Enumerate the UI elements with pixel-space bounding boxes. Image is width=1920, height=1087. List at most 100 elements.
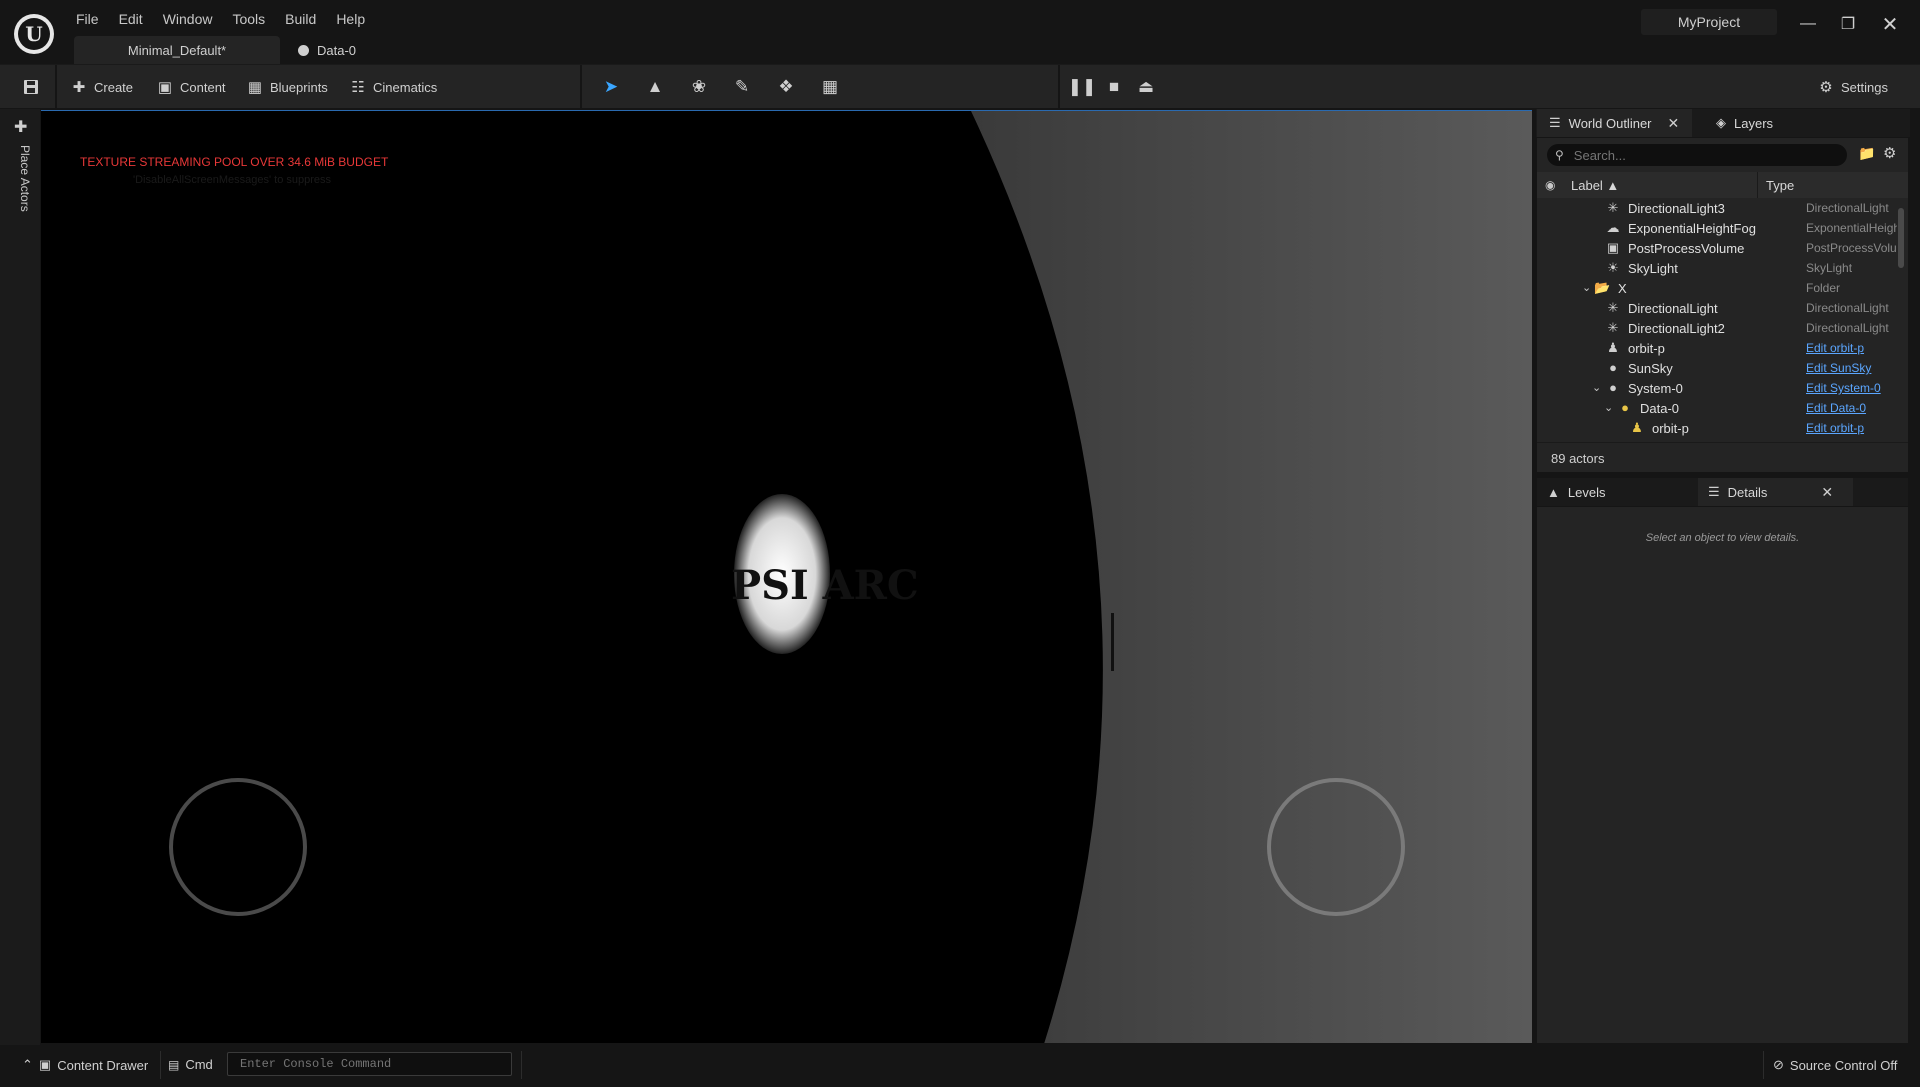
blueprints-icon: ▦ <box>247 79 263 96</box>
edit-link[interactable]: Edit Data-0 <box>1806 401 1897 415</box>
column-type-header[interactable]: Type <box>1766 178 1794 193</box>
outliner-tabbar: ☰ World Outliner ✕ ◈ Layers <box>1536 109 1910 137</box>
close-icon[interactable]: ✕ <box>1668 115 1680 132</box>
menu-bar: File Edit Window Tools Build Help <box>66 9 375 29</box>
folder-open-icon: 📂 <box>1594 280 1611 295</box>
content-drawer-icon: ▣ <box>38 1057 52 1072</box>
tree-row[interactable]: ▣ PostProcessVolume PostProcessVolume <box>1537 238 1897 258</box>
orbit-marker <box>1111 613 1114 671</box>
eye-icon[interactable]: ◉ <box>1545 178 1555 192</box>
edit-link[interactable]: Edit System-0 <box>1806 381 1897 395</box>
details-tabbar: ▲ Levels ☰ Details ✕ <box>1537 478 1908 506</box>
pawn-icon: ♟ <box>1631 420 1643 435</box>
cmd-label: Cmd <box>185 1057 213 1072</box>
outliner-scrollbar[interactable] <box>1898 208 1904 268</box>
menu-window[interactable]: Window <box>153 9 223 29</box>
planet-surface <box>971 111 1532 1043</box>
height-fog-icon: ☁ <box>1606 220 1620 235</box>
toolbar-divider <box>580 65 582 109</box>
tree-row[interactable]: ⌄ ● Data-0 Edit Data-0 <box>1537 398 1897 418</box>
console-command-input[interactable] <box>227 1052 512 1076</box>
landscape-mode-icon[interactable]: ▲ <box>644 76 666 98</box>
tree-row[interactable]: ● SunSky Edit SunSky <box>1537 358 1897 378</box>
pawn-icon: ♟ <box>1607 340 1619 355</box>
viewport-scene: PSI ARC <box>169 111 1532 1043</box>
edit-link[interactable]: Edit orbit-p <box>1806 341 1897 355</box>
tree-row[interactable]: ☀ SkyLight SkyLight <box>1537 258 1897 278</box>
tree-row[interactable]: ✳ DirectionalLight DirectionalLight <box>1537 298 1897 318</box>
edit-link[interactable]: Edit SunSky <box>1806 361 1897 375</box>
tab-levels[interactable]: ▲ Levels <box>1547 478 1605 506</box>
sphere-icon: ● <box>1609 360 1617 375</box>
source-control-off-icon: ⊘ <box>1773 1057 1784 1072</box>
column-divider[interactable] <box>1757 172 1758 198</box>
blueprints-button[interactable]: ▦ Blueprints <box>246 76 328 98</box>
tab-layers[interactable]: ◈ Layers <box>1708 109 1773 137</box>
virtual-joystick-left[interactable] <box>169 778 307 916</box>
chevron-down-icon[interactable]: ⌄ <box>1582 281 1591 294</box>
outliner-search-box[interactable]: ⚲ <box>1547 144 1847 166</box>
restore-window-button[interactable]: ❐ <box>1836 12 1860 36</box>
fracture-mode-icon[interactable]: ❖ <box>775 76 797 98</box>
chevron-down-icon[interactable]: ⌄ <box>1592 381 1601 394</box>
cmd-button[interactable]: ▤ Cmd <box>168 1057 213 1072</box>
menu-tools[interactable]: Tools <box>222 9 275 29</box>
foliage-mode-icon[interactable]: ❀ <box>688 76 710 98</box>
details-icon: ☰ <box>1708 484 1720 499</box>
menu-help[interactable]: Help <box>326 9 375 29</box>
modeling-mode-icon[interactable]: ▦ <box>819 76 841 98</box>
eject-icon[interactable]: ⏏ <box>1135 76 1157 98</box>
world-outliner-label: World Outliner <box>1568 115 1652 131</box>
menu-edit[interactable]: Edit <box>109 9 153 29</box>
content-drawer-button[interactable]: ⌃ ▣ Content Drawer <box>22 1057 148 1073</box>
close-icon[interactable]: ✕ <box>1821 484 1833 501</box>
tree-row[interactable]: ⌄ ● System-0 Edit System-0 <box>1537 378 1897 398</box>
outliner-search-input[interactable] <box>1573 147 1824 163</box>
tree-row[interactable]: ✳ DirectionalLight3 DirectionalLight <box>1537 198 1897 218</box>
details-empty-message: Select an object to view details. <box>1645 532 1800 544</box>
outliner-column-header: ◉ Label ▲ Type <box>1537 172 1908 198</box>
layers-icon: ◈ <box>1716 115 1726 130</box>
chevron-down-icon[interactable]: ⌄ <box>1604 401 1613 414</box>
source-control-label: Source Control Off <box>1789 1057 1898 1073</box>
pause-icon[interactable]: ❚❚ <box>1068 76 1097 98</box>
menu-file[interactable]: File <box>66 9 109 29</box>
tab-data-0[interactable]: Data-0 <box>280 36 374 64</box>
unreal-logo-icon[interactable]: U <box>14 14 54 54</box>
column-label-header[interactable]: Label ▲ <box>1571 178 1619 193</box>
save-icon[interactable] <box>20 76 42 98</box>
terminal-icon: ▤ <box>168 1057 180 1072</box>
menu-build[interactable]: Build <box>275 9 326 29</box>
edit-link[interactable]: Edit orbit-p <box>1806 421 1897 435</box>
tab-level[interactable]: Minimal_Default* <box>74 36 280 64</box>
place-actors-button[interactable]: ✚ <box>14 117 34 137</box>
mesh-paint-mode-icon[interactable]: ✎ <box>731 76 753 98</box>
tree-row[interactable]: ♟ orbit-p Edit orbit-p <box>1537 338 1897 358</box>
create-button[interactable]: ✚ Create <box>70 76 133 98</box>
directional-light-icon: ✳ <box>1607 320 1619 335</box>
place-actors-label[interactable]: Place Actors <box>18 145 32 212</box>
source-control-button[interactable]: ⊘ Source Control Off <box>1773 1057 1897 1073</box>
project-name-badge[interactable]: MyProject <box>1641 9 1777 35</box>
cinematics-button[interactable]: ☷ Cinematics <box>349 76 437 98</box>
tree-row[interactable]: ♟ orbit-p Edit orbit-p <box>1537 418 1897 436</box>
content-drawer-label: Content Drawer <box>57 1057 149 1073</box>
tree-row[interactable]: ☁ ExponentialHeightFog ExponentialHeight… <box>1537 218 1898 238</box>
gear-icon[interactable]: ⚙ <box>1883 144 1896 162</box>
tree-row[interactable]: ✳ DirectionalLight2 DirectionalLight <box>1537 318 1897 338</box>
select-mode-icon[interactable]: ➤ <box>600 76 622 98</box>
close-window-button[interactable]: ✕ <box>1878 12 1902 36</box>
content-button[interactable]: ▣ Content <box>156 76 226 98</box>
tab-world-outliner[interactable]: ☰ World Outliner ✕ <box>1537 109 1692 137</box>
level-viewport[interactable]: PSI ARC TEXTURE STREAMING POOL OVER 34.6… <box>41 110 1532 1043</box>
psi-arc-logo: PSI ARC <box>731 562 919 609</box>
sphere-icon: ● <box>1621 400 1629 415</box>
tab-data-label: Data-0 <box>317 42 357 58</box>
stop-icon[interactable]: ■ <box>1103 76 1125 98</box>
add-folder-icon[interactable]: 📁 <box>1858 145 1875 162</box>
settings-button[interactable]: ⚙ Settings <box>1817 76 1888 98</box>
minimize-window-button[interactable]: — <box>1796 12 1820 36</box>
tree-row[interactable]: ⌄ 📂 X Folder <box>1537 278 1897 298</box>
content-icon: ▣ <box>157 79 173 96</box>
tab-details[interactable]: ☰ Details ✕ <box>1698 478 1853 506</box>
